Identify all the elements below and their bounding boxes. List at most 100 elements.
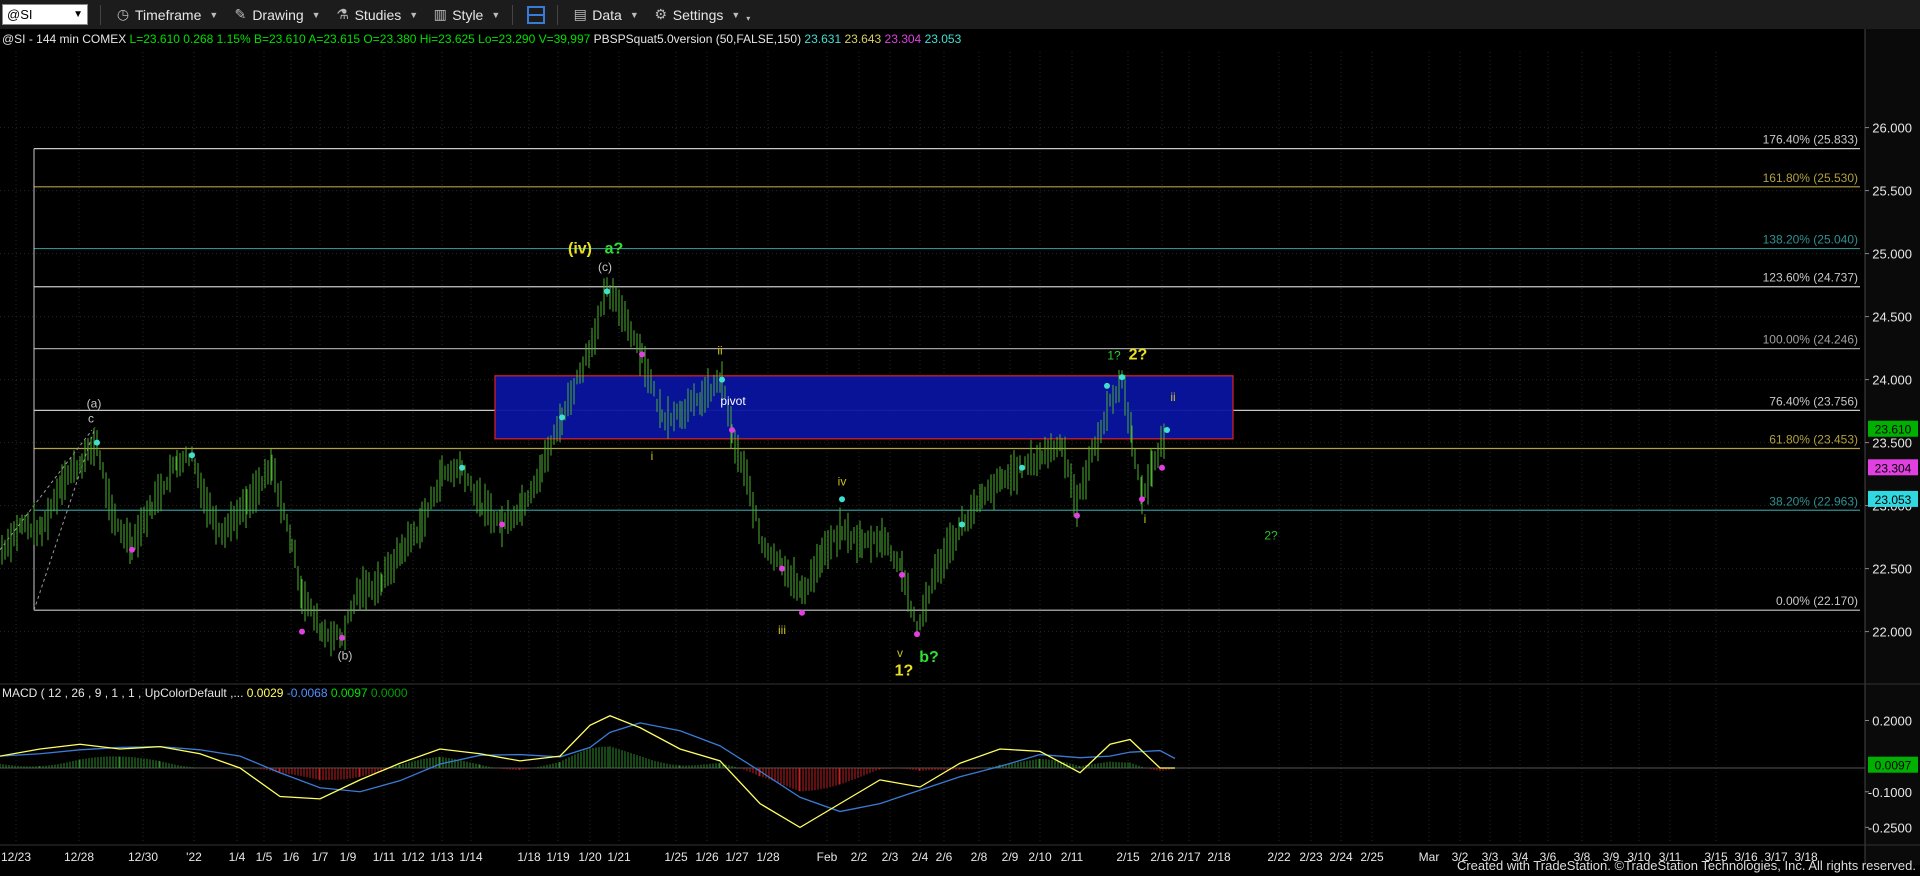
settings-label: Settings: [672, 6, 724, 23]
price-badge-text: 23.610: [1875, 423, 1912, 437]
style-label: Style: [452, 6, 484, 23]
wave-label: i: [1144, 512, 1147, 526]
layout-button[interactable]: [527, 5, 546, 24]
info-segment: 23.631: [804, 32, 844, 46]
price-tick-label: 26.000: [1872, 121, 1912, 136]
x-axis-label: 1/7: [312, 850, 329, 864]
studies-menu[interactable]: ⚗ Studies ▼: [335, 6, 418, 23]
drawing-label: Drawing: [252, 6, 304, 23]
info-segment: PBSPSquat5.0version (50,FALSE,150): [594, 32, 805, 46]
chart-area[interactable]: 26.000 25.500 25.000 24.500 24.000 23.500 23.0…: [0, 29, 1920, 876]
swing-marker: [129, 546, 135, 553]
wave-label: b?: [919, 649, 939, 666]
swing-marker: [339, 634, 345, 641]
fib-label: 123.60% (24.737): [1763, 271, 1858, 285]
x-axis-label: Mar: [1419, 850, 1440, 864]
wave-label: c: [88, 411, 94, 425]
x-axis-label: 2/24: [1329, 850, 1353, 864]
chevron-down-icon: ▼: [209, 9, 219, 20]
wave-label: (c): [598, 260, 612, 274]
x-axis-label: 2/11: [1061, 850, 1084, 864]
macd-label-segment: MACD ( 12 , 26 , 9 , 1 , 1 , UpColorDefa…: [2, 686, 247, 700]
swing-marker: [914, 631, 920, 638]
swing-marker: [1104, 382, 1110, 389]
x-axis-label: 2/17: [1177, 850, 1201, 864]
wave-label: i: [651, 449, 654, 463]
info-segment: @SI - 144 min COMEX: [2, 32, 130, 46]
wave-label: pivot: [720, 394, 746, 408]
swing-marker: [959, 521, 965, 528]
macd-label-segment: 0.0097: [331, 686, 371, 700]
chart-toolbar: @SI ▼ ◷ Timeframe ▼ ✎ Drawing ▼ ⚗ Studie…: [0, 0, 1920, 30]
swing-marker: [1159, 464, 1165, 471]
swing-marker: [839, 496, 845, 503]
price-tick-label: 22.000: [1872, 625, 1912, 640]
x-axis-label: 12/23: [1, 850, 31, 864]
clock-icon: ◷: [116, 6, 130, 22]
gear-icon: ⚙: [654, 6, 668, 22]
fib-label: 61.80% (23.453): [1769, 433, 1858, 447]
swing-marker: [799, 609, 805, 616]
swing-marker: [779, 565, 785, 572]
x-axis-label: 1/25: [664, 850, 688, 864]
price-tick-label: 25.500: [1872, 184, 1912, 199]
swing-marker: [94, 439, 100, 446]
x-axis-label: 2/25: [1360, 850, 1384, 864]
footer-credit: Created with TradeStation. ©TradeStation…: [1456, 858, 1916, 873]
x-axis-label: 1/21: [607, 850, 631, 864]
data-menu[interactable]: ▤ Data ▼: [572, 6, 639, 23]
wave-label: a?: [605, 241, 624, 258]
info-segment: 23.304: [885, 32, 925, 46]
macd-tick-label: -0.2500: [1868, 820, 1912, 835]
swing-marker: [899, 571, 905, 578]
x-axis-label: 2/16: [1150, 850, 1174, 864]
symbol-input[interactable]: @SI ▼: [2, 4, 88, 25]
info-segment: 23.643: [844, 32, 884, 46]
data-label: Data: [592, 6, 622, 23]
x-axis-label: 1/19: [546, 850, 570, 864]
wave-label: 2?: [1264, 529, 1278, 543]
x-axis-label: '22: [186, 850, 202, 864]
x-axis-label: 1/20: [578, 850, 602, 864]
chevron-down-icon: ▼: [491, 9, 501, 20]
x-axis-label: 12/30: [128, 850, 158, 864]
x-axis-label: 12/28: [64, 850, 94, 864]
chevron-down-icon[interactable]: ▼: [73, 9, 83, 20]
wave-label: (b): [338, 648, 353, 662]
info-segment: L=23.610 0.268 1.15% B=23.610 A=23.615 O…: [130, 32, 594, 46]
x-axis-label: 1/27: [725, 850, 749, 864]
timeframe-label: Timeframe: [135, 6, 202, 23]
overflow-caret-icon[interactable]: ▾: [746, 14, 750, 23]
style-menu[interactable]: ▥ Style ▼: [432, 6, 501, 23]
x-axis-label: 2/23: [1299, 850, 1323, 864]
price-tick-label: 24.500: [1872, 310, 1912, 325]
x-axis-label: 1/26: [695, 850, 719, 864]
wave-label: ii: [1170, 390, 1175, 404]
swing-marker: [299, 628, 305, 635]
toolbar-divider: [100, 4, 101, 25]
toolbar-divider: [557, 4, 559, 25]
swing-marker: [189, 452, 195, 459]
swing-marker: [729, 427, 735, 433]
swing-marker: [1119, 374, 1125, 381]
settings-menu[interactable]: ⚙ Settings ▼ ▾: [653, 6, 750, 23]
fib-label: 100.00% (24.246): [1763, 333, 1858, 347]
fib-label: 161.80% (25.530): [1763, 171, 1858, 185]
swing-marker: [639, 351, 645, 358]
x-axis-label: 1/6: [283, 850, 300, 864]
x-axis-label: 2/3: [882, 850, 899, 864]
chart-background: [0, 29, 1920, 876]
price-badge-text: 23.053: [1875, 493, 1912, 507]
swing-marker: [1164, 427, 1170, 433]
x-axis-label: 1/4: [229, 850, 246, 864]
x-axis-label: 1/14: [459, 850, 483, 864]
wave-label: 1?: [895, 663, 914, 680]
wave-label: iii: [778, 623, 786, 637]
drawing-menu[interactable]: ✎ Drawing ▼: [232, 6, 320, 23]
fib-label: 76.40% (23.756): [1769, 394, 1858, 408]
timeframe-menu[interactable]: ◷ Timeframe ▼: [115, 6, 218, 23]
x-axis-label: 1/12: [401, 850, 425, 864]
macd-tick-label: 0.2000: [1872, 714, 1912, 729]
swing-marker: [604, 288, 610, 295]
studies-label: Studies: [354, 6, 402, 23]
